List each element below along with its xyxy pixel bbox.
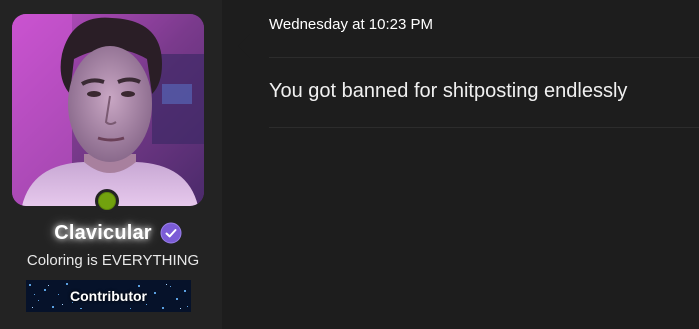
avatar-image (12, 14, 204, 206)
message-pointer (238, 34, 250, 58)
banner-label: Contributor (70, 288, 147, 304)
verified-badge-icon (160, 222, 182, 244)
message-timestamp[interactable]: Wednesday at 10:23 PM (269, 16, 433, 33)
message-column: Wednesday at 10:23 PM You got banned for… (250, 0, 699, 329)
username-row: Clavicular (0, 218, 222, 248)
user-info-column: Clavicular Coloring is EVERYTHING Contri… (0, 0, 222, 329)
divider (269, 127, 699, 128)
post-container: Clavicular Coloring is EVERYTHING Contri… (0, 0, 699, 329)
avatar[interactable] (12, 14, 204, 206)
user-banner: Contributor (26, 280, 191, 312)
divider (269, 57, 699, 58)
online-status-icon (95, 189, 119, 213)
message-body: You got banned for shitposting endlessly (269, 80, 628, 102)
user-title: Coloring is EVERYTHING (26, 252, 200, 269)
username-link[interactable]: Clavicular (54, 222, 152, 245)
